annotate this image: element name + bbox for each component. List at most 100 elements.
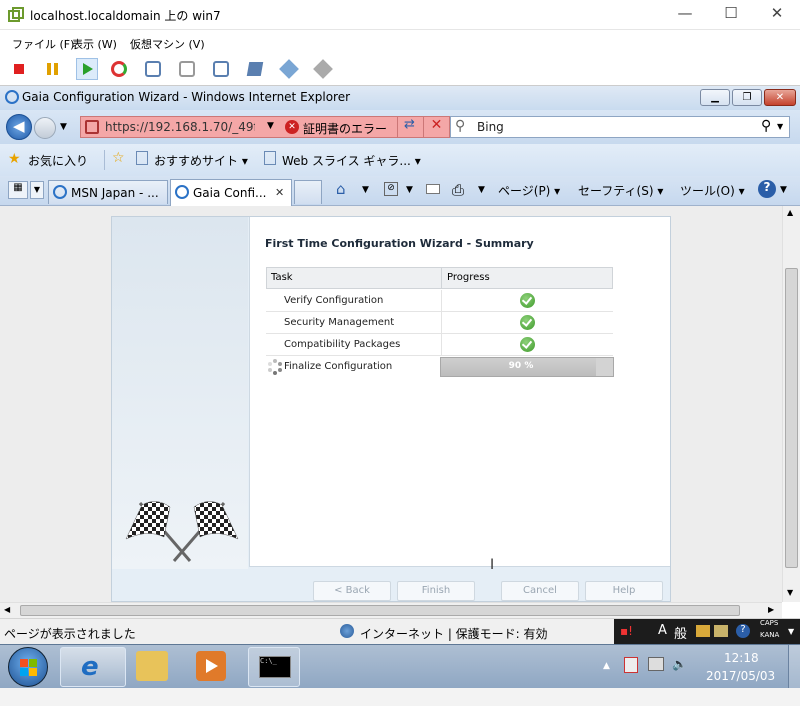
hscroll-thumb[interactable] [20,605,740,616]
host-bottom-strip [0,688,800,706]
ime-pad-icon[interactable] [714,625,728,637]
forward-icon[interactable] [34,117,56,139]
show-desktop-button[interactable] [788,645,800,689]
help-button[interactable]: Help [585,581,663,601]
power-off-icon[interactable] [8,58,30,80]
back-icon[interactable]: ◀ [6,114,32,140]
tab-list-icon[interactable]: ▼ [30,181,44,199]
tools-menu[interactable]: ツール(O) ▾ [680,182,745,199]
address-bar[interactable]: https://192.168.1.70/_49f. ▼ ✕ 証明書のエラー ⇄… [80,116,450,138]
spinner-icon [268,359,282,375]
search-box[interactable]: ⚲ Bing ⚲ ▼ [450,116,790,138]
clock-time[interactable]: 12:18 [724,651,759,665]
page-menu[interactable]: ページ(P) ▾ [498,182,560,199]
globe-icon [340,624,354,638]
tab-msn[interactable]: MSN Japan - ... [48,180,168,204]
feeds-dropdown-icon[interactable]: ▼ [406,185,413,195]
column-divider [441,268,442,288]
explorer-icon[interactable] [136,651,168,681]
add-favorite-icon[interactable]: ☆ [112,150,125,166]
cmd-icon: C:\_ [259,656,291,678]
home-icon[interactable]: ⌂ [336,180,346,198]
search-engine-label[interactable]: Bing [477,120,504,134]
progress-bar: 90 % [440,357,614,377]
tab-close-icon[interactable]: ✕ [275,186,284,199]
print-icon[interactable]: ⎙ [452,181,464,199]
task-row: Security Management [266,312,613,334]
ie-title-bar: Gaia Configuration Wizard - Windows Inte… [0,86,800,110]
snapshot-icon[interactable] [142,58,164,80]
scroll-up-icon[interactable]: ▲ [787,208,793,217]
new-tab-button[interactable] [294,180,322,204]
ie-restore-icon[interactable]: ❐ [732,89,762,106]
close-icon[interactable]: ✕ [762,4,792,26]
search-dropdown-icon[interactable]: ▼ [777,122,783,131]
action-center-icon[interactable] [624,657,638,673]
tray-expand-icon[interactable]: ▲ [603,661,610,671]
quick-tabs-icon[interactable]: ▦ [8,181,28,199]
mail-icon[interactable] [426,184,440,194]
refresh-icon[interactable]: ⇄ [397,117,421,137]
ime-help-icon[interactable]: ? [736,624,750,638]
scroll-left-icon[interactable]: ◀ [4,605,10,614]
pause-icon[interactable] [42,58,64,80]
ime-mode[interactable]: A [658,623,667,638]
volume-muted-icon[interactable]: 🔈 [672,657,687,671]
back-button[interactable]: < Back [313,581,391,601]
network-icon[interactable] [648,657,664,671]
address-text[interactable]: https://192.168.1.70/_49f. [105,120,255,134]
settings-tool-icon[interactable] [278,58,300,80]
ie-close-icon[interactable]: ✕ [764,89,796,106]
connect-icon[interactable] [312,58,334,80]
cert-error-label[interactable]: 証明書のエラー [303,120,387,137]
cert-error-icon[interactable]: ✕ [285,120,299,134]
vertical-scrollbar[interactable]: ▲ ▼ [782,206,800,602]
start-button-icon[interactable] [8,647,48,687]
clock-date[interactable]: 2017/05/03 [706,669,775,683]
host-toolbar [0,54,800,86]
ime-kanji[interactable]: 般 [674,623,687,642]
snapshot-manager-icon[interactable] [210,58,232,80]
ie-minimize-icon[interactable]: ▁ [700,89,730,106]
menu-vm[interactable]: 仮想マシン (V) [130,36,205,52]
feeds-icon[interactable]: ⊘ [384,182,398,196]
ime-tool-icon[interactable] [696,625,710,637]
revert-snapshot-icon[interactable] [176,58,198,80]
stop-icon[interactable]: ✕ [423,117,449,137]
minimize-icon[interactable]: — [670,4,700,26]
ime-bar: ▪! A 般 ? CAPS KANA ▼ [614,619,800,645]
menu-view[interactable]: 表示 (W) [72,36,117,52]
media-player-icon[interactable] [196,651,226,681]
home-dropdown-icon[interactable]: ▼ [362,185,369,195]
scroll-thumb[interactable] [785,268,798,568]
search-icon[interactable]: ⚲ [761,118,771,134]
scroll-down-icon[interactable]: ▼ [787,588,793,597]
reset-icon[interactable] [108,58,130,80]
horizontal-scrollbar[interactable]: ◀ ▶ [0,602,782,618]
history-dropdown-icon[interactable]: ▼ [60,122,67,132]
help-dropdown-icon[interactable]: ▼ [780,185,787,195]
favorites-button[interactable]: お気に入り [28,152,88,169]
ime-options-icon[interactable]: ▼ [788,627,794,636]
finish-button[interactable]: Finish [397,581,475,601]
print-dropdown-icon[interactable]: ▼ [478,185,485,195]
ie-tab-icon [175,185,189,199]
taskbar-cmd-button[interactable]: C:\_ [248,647,300,687]
menu-file[interactable]: ファイル (F) [12,36,74,52]
maximize-icon[interactable]: ☐ [716,4,746,26]
suggested-sites[interactable]: おすすめサイト ▾ [154,152,248,169]
address-dropdown-icon[interactable]: ▼ [267,121,274,131]
help-icon[interactable]: ? [758,180,776,198]
taskbar-ie-button[interactable]: e [60,647,126,687]
cancel-button[interactable]: Cancel [501,581,579,601]
ie-icon: e [81,652,99,682]
task-name: Compatibility Packages [284,339,401,350]
scroll-right-icon[interactable]: ▶ [768,605,774,614]
tab-gaia[interactable]: Gaia Confi... ✕ [170,179,292,206]
ime-indicator-icon[interactable]: ▪! [620,624,633,638]
send-keys-icon[interactable] [244,58,266,80]
web-slice-gallery[interactable]: Web スライス ギャラ... ▾ [282,152,421,169]
task-name: Verify Configuration [284,295,384,306]
play-icon[interactable] [76,58,98,80]
safety-menu[interactable]: セーフティ(S) ▾ [578,182,663,199]
